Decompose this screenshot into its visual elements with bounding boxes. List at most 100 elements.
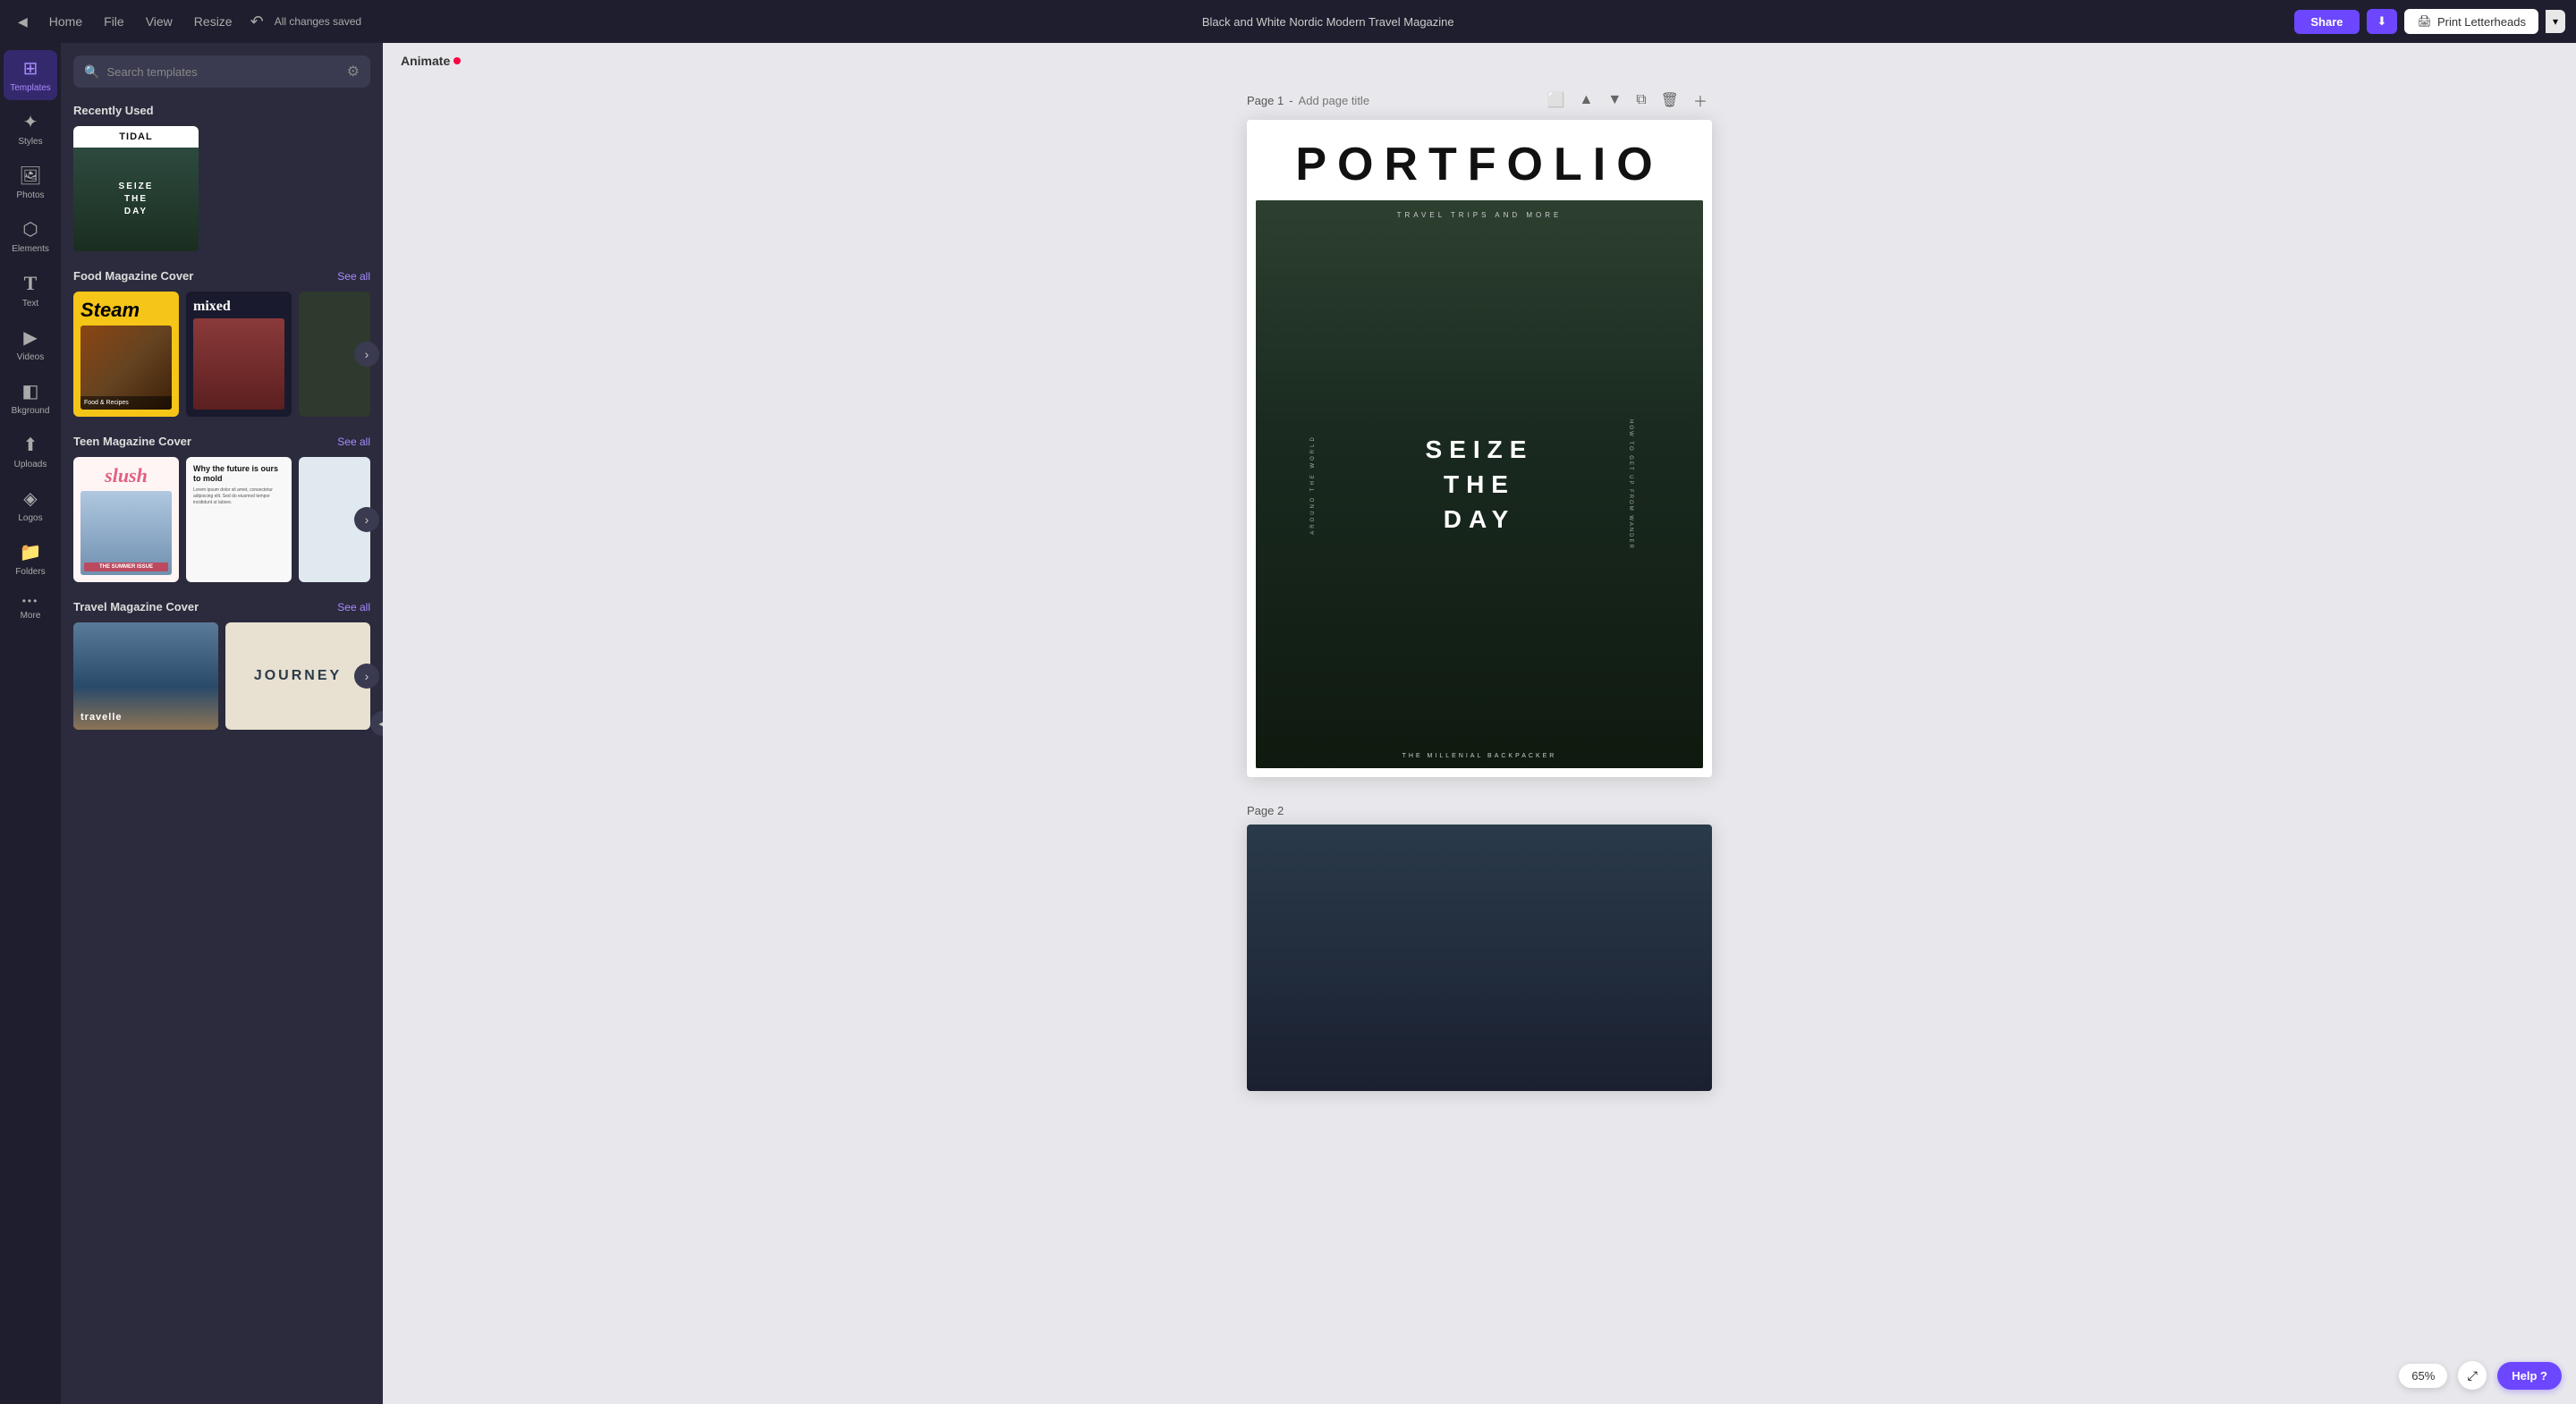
sidebar-item-templates[interactable]: ⊞ Templates — [4, 50, 57, 100]
travel-card-travelle[interactable]: travelle — [73, 622, 218, 730]
recently-used-label: Recently Used — [73, 104, 370, 117]
magazine-seize-text: SEIZE THE DAY — [1426, 432, 1534, 537]
magazine-left-text: AROUND THE WORLD — [1310, 435, 1316, 535]
magazine-image[interactable]: TRAVEL TRIPS AND MORE AROUND THE WORLD S… — [1256, 200, 1703, 768]
search-input[interactable] — [106, 65, 339, 79]
page1-canvas[interactable]: PORTFOLIO TRAVEL TRIPS AND MORE AROUND T… — [1247, 120, 1712, 777]
more-icon: ••• — [22, 595, 39, 607]
logos-label: Logos — [18, 513, 42, 523]
bkground-label: Bkground — [12, 406, 50, 416]
page2-number: Page 2 — [1247, 804, 1284, 817]
styles-label: Styles — [18, 137, 42, 147]
teen-slush-badge: THE SUMMER ISSUE — [84, 562, 168, 571]
teen-card-slush[interactable]: slush THE SUMMER ISSUE — [73, 457, 179, 582]
elements-label: Elements — [12, 244, 49, 254]
magazine-bottom-text: THE MILLENIAL BACKPACKER — [1256, 753, 1703, 759]
templates-panel: 🔍 ⚙ Recently Used TIDAL SEIZETHEDAY Fo — [61, 43, 383, 1404]
animate-button[interactable]: Animate — [401, 54, 461, 68]
page1-separator: - — [1289, 94, 1292, 107]
search-icon: 🔍 — [84, 64, 99, 80]
travel-card-journey[interactable]: JOURNEY — [225, 622, 370, 730]
text-icon: T — [24, 272, 38, 295]
teen-see-all[interactable]: See all — [337, 436, 370, 448]
resize-menu[interactable]: Resize — [187, 11, 240, 32]
food-template-grid: Steam Food & Recipes mixed — [73, 292, 370, 417]
elements-icon: ⬡ — [22, 218, 38, 241]
help-button[interactable]: Help ? — [2497, 1362, 2562, 1390]
sidebar-item-elements[interactable]: ⬡ Elements — [4, 211, 57, 261]
document-title: Black and White Nordic Modern Travel Mag… — [369, 15, 2287, 29]
text-label: Text — [22, 299, 38, 309]
teen-slush-image: THE SUMMER ISSUE — [80, 491, 172, 575]
page1-delete-btn[interactable]: 🗑 — [1657, 88, 1683, 113]
sidebar-item-logos[interactable]: ◈ Logos — [4, 480, 57, 530]
bottom-bar: 65% ⤢ Help ? — [2399, 1361, 2562, 1390]
styles-icon: ✦ — [23, 111, 38, 133]
view-menu[interactable]: View — [139, 11, 180, 32]
food-next-arrow[interactable]: › — [354, 342, 379, 367]
zoom-display: 65% — [2399, 1364, 2447, 1388]
sidebar-item-folders[interactable]: 📁 Folders — [4, 534, 57, 584]
download-button[interactable]: ⬇ — [2367, 9, 2398, 34]
share-button[interactable]: Share — [2294, 10, 2359, 34]
mini-mag-seize-text: SEIZETHEDAY — [119, 181, 154, 218]
magazine-right-text: HOW TO GET UP FROM WANDER — [1628, 419, 1633, 550]
seize-line2: THE — [1426, 467, 1534, 502]
home-button[interactable]: Home — [42, 11, 89, 32]
food-see-all[interactable]: See all — [337, 270, 370, 283]
food-mixed-image — [193, 318, 284, 410]
travel-see-all[interactable]: See all — [337, 601, 370, 613]
teen-card-future[interactable]: Why the future is ours to mold Lorem ips… — [186, 457, 292, 582]
page2-canvas[interactable] — [1247, 825, 1712, 1090]
teen-section-header: Teen Magazine Cover See all — [73, 435, 370, 448]
print-chevron[interactable]: ▾ — [2546, 10, 2565, 33]
search-box[interactable]: 🔍 ⚙ — [73, 55, 370, 88]
folders-label: Folders — [15, 567, 45, 577]
folders-icon: 📁 — [20, 541, 42, 563]
templates-icon: ⊞ — [23, 57, 38, 80]
recently-used-card[interactable]: TIDAL SEIZETHEDAY — [73, 126, 199, 251]
seize-line1: SEIZE — [1426, 432, 1534, 467]
save-status: All changes saved — [275, 15, 361, 28]
undo-button[interactable]: ↶ — [247, 9, 267, 35]
page1-controls: ⬜ ▲ ▼ ⧉ 🗑 ＋ — [1543, 88, 1712, 113]
page1-copy-btn[interactable]: ⧉ — [1631, 88, 1650, 113]
page1-title-input[interactable] — [1299, 94, 1456, 107]
filter-icon[interactable]: ⚙ — [347, 63, 360, 80]
print-button[interactable]: 🖨 Print Letterheads — [2404, 9, 2538, 34]
teen-next-arrow[interactable]: › — [354, 507, 379, 532]
templates-scroll[interactable]: Recently Used TIDAL SEIZETHEDAY Food Mag… — [61, 95, 383, 1404]
expand-button[interactable]: ⤢ — [2458, 1361, 2487, 1390]
food-card-steam[interactable]: Steam Food & Recipes — [73, 292, 179, 417]
videos-icon: ▶ — [23, 326, 37, 349]
teen-section-title: Teen Magazine Cover — [73, 435, 191, 448]
sidebar-item-uploads[interactable]: ⬆ Uploads — [4, 427, 57, 477]
teen-future-headline: Why the future is ours to mold — [193, 464, 284, 484]
travel-section-header: Travel Magazine Cover See all — [73, 600, 370, 613]
photos-label: Photos — [16, 190, 44, 200]
sidebar-item-more[interactable]: ••• More — [4, 588, 57, 628]
mini-mag-image: SEIZETHEDAY — [73, 148, 199, 251]
food-card-mixed[interactable]: mixed — [186, 292, 292, 417]
page1-add-btn[interactable]: ＋ — [1689, 88, 1712, 113]
canvas-scroll[interactable]: Page 1 - ⬜ ▲ ▼ ⧉ 🗑 ＋ PORT — [383, 79, 2576, 1404]
file-menu[interactable]: File — [97, 11, 131, 32]
page1-label: Page 1 - — [1247, 94, 1456, 107]
page1-up-btn[interactable]: ▲ — [1575, 88, 1598, 113]
back-button[interactable]: ◀ — [11, 11, 35, 33]
page1-frame-btn[interactable]: ⬜ — [1543, 88, 1570, 113]
page2-container: Page 2 — [1247, 795, 1712, 1090]
sidebar-item-photos[interactable]: 🖼 Photos — [4, 157, 57, 207]
canvas-area: Animate Page 1 - ⬜ ▲ ▼ ⧉ — [383, 43, 2576, 1404]
sidebar-item-videos[interactable]: ▶ Videos — [4, 319, 57, 369]
food-steam-title: Steam — [80, 299, 172, 322]
food-magazine-section: Food Magazine Cover See all Steam Food &… — [73, 269, 370, 417]
magazine-top-text: TRAVEL TRIPS AND MORE — [1256, 211, 1703, 219]
page1-down-btn[interactable]: ▼ — [1603, 88, 1626, 113]
sidebar-item-styles[interactable]: ✦ Styles — [4, 104, 57, 154]
travel-next-arrow[interactable]: › — [354, 664, 379, 689]
sidebar-item-bkground[interactable]: ◧ Bkground — [4, 373, 57, 423]
food-steam-overlay: Food & Recipes — [80, 396, 172, 410]
sidebar-item-text[interactable]: T Text — [4, 265, 57, 316]
food-mixed-title: mixed — [193, 299, 284, 315]
